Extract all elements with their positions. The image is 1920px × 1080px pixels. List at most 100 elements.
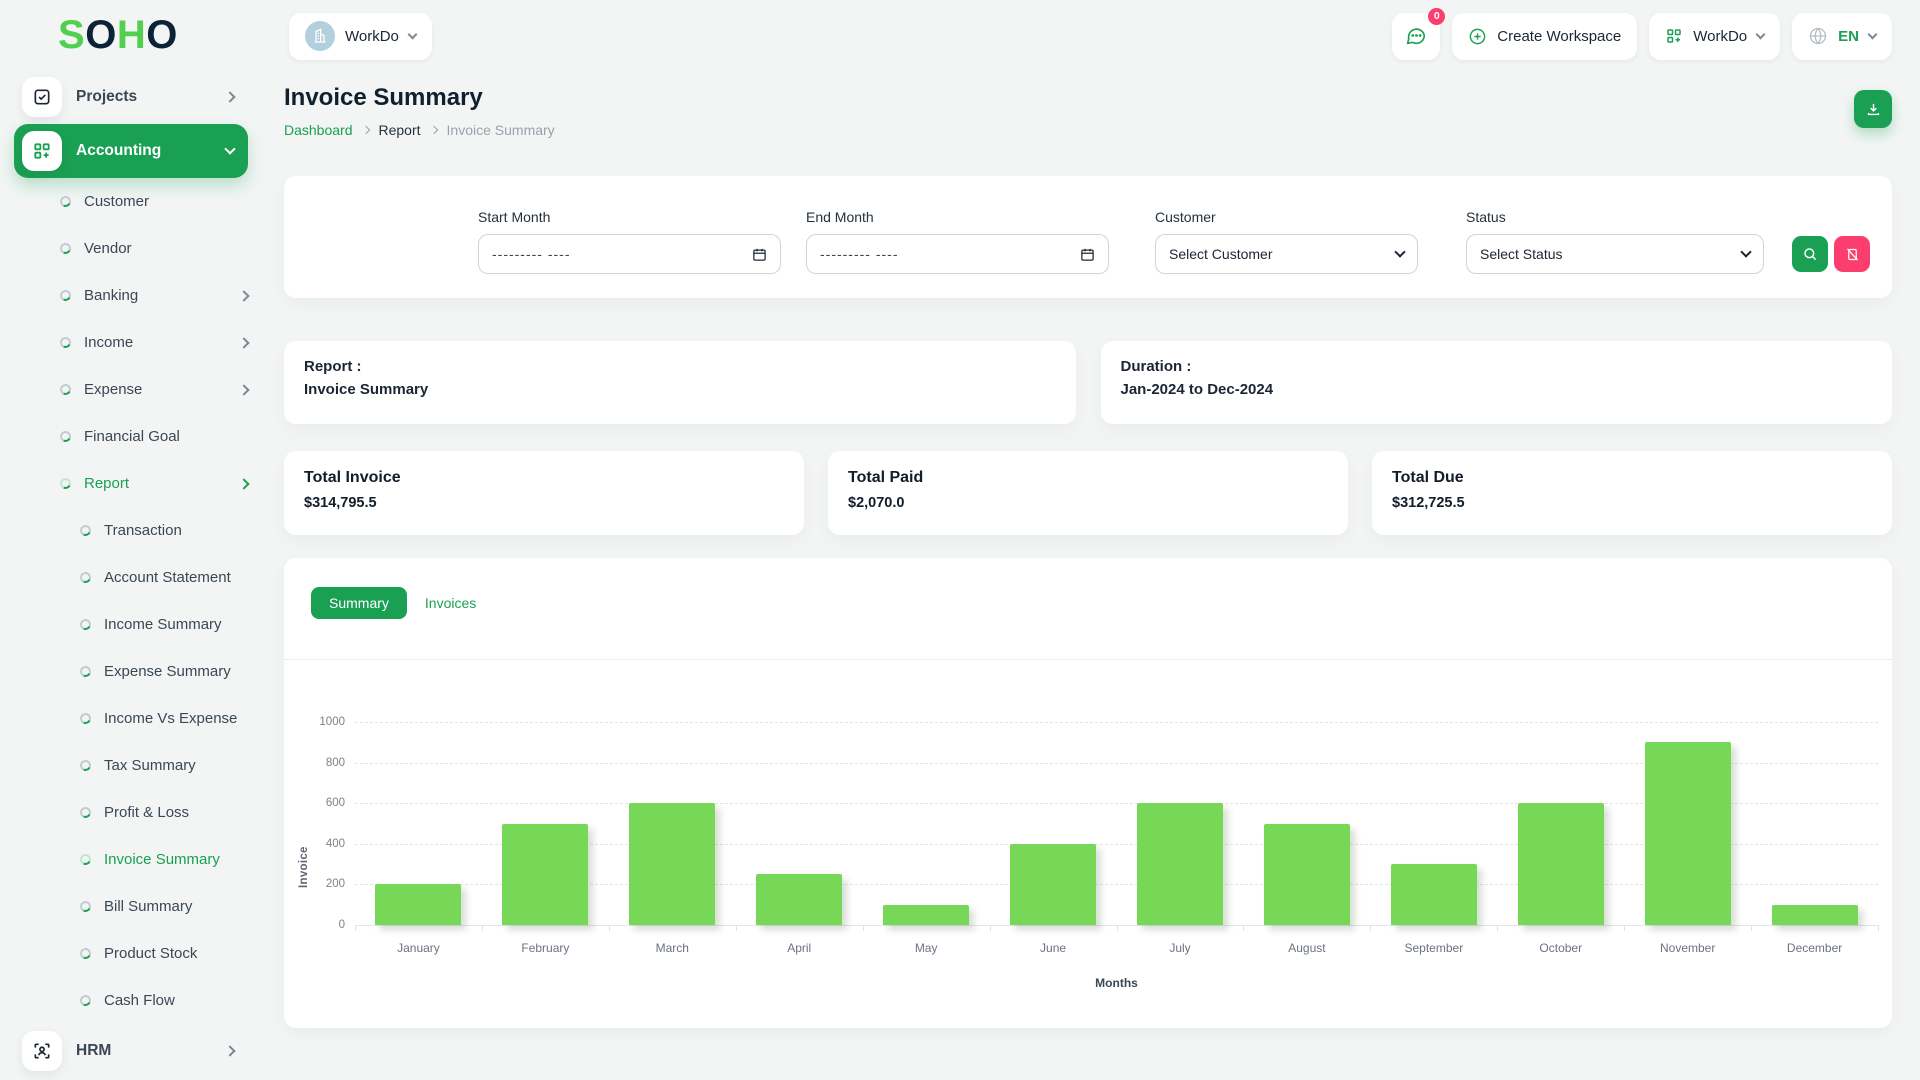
sidebar-item-hrm[interactable]: HRM <box>14 1024 248 1078</box>
customer-select[interactable]: Select Customer <box>1155 234 1418 274</box>
x-axis-tick <box>989 925 991 931</box>
bar-april <box>756 874 843 925</box>
create-workspace-button[interactable]: Create Workspace <box>1452 12 1638 60</box>
sidebar-item-label: Tax Summary <box>104 757 196 774</box>
bullet-icon <box>78 852 93 867</box>
x-tick-label-august: August <box>1288 941 1326 955</box>
sidebar-item-projects[interactable]: Projects <box>14 70 248 124</box>
bar-september <box>1390 864 1477 925</box>
bar-column-october <box>1497 803 1624 925</box>
topbar-actions: 0 Create Workspace WorkDo EN <box>1392 7 1892 60</box>
duration-value: Jan-2024 to Dec-2024 <box>1120 381 1274 398</box>
bar-column-december <box>1751 904 1878 925</box>
workspace-selector[interactable]: WorkDo <box>289 12 432 60</box>
breadcrumb-dashboard[interactable]: Dashboard <box>284 122 353 138</box>
x-axis-tick <box>1370 925 1372 931</box>
end-month-input[interactable]: --------- ---- <box>806 234 1109 274</box>
calendar-icon <box>753 248 766 261</box>
sidebar-item-vendor[interactable]: Vendor <box>14 225 248 272</box>
sidebar-item-income-vs-expense[interactable]: Income Vs Expense <box>14 695 248 742</box>
chevron-down-icon <box>1394 246 1406 258</box>
logo-letter: O <box>146 13 178 57</box>
y-tick-label: 600 <box>325 797 345 810</box>
logo-letter: S <box>58 13 86 57</box>
bullet-icon <box>78 711 93 726</box>
x-tick-label-september: September <box>1404 941 1464 955</box>
sidebar-item-account-statement[interactable]: Account Statement <box>14 554 248 601</box>
plus-circle-icon <box>1469 28 1486 44</box>
status-group: Status Select Status <box>1466 209 1764 274</box>
sidebar-item-invoice-summary[interactable]: Invoice Summary <box>14 836 248 883</box>
report-label: Report : <box>304 358 362 375</box>
sidebar-item-customer[interactable]: Customer <box>14 178 248 225</box>
workspace-name: WorkDo <box>345 27 399 45</box>
bullet-icon <box>78 946 93 961</box>
export-download-button[interactable] <box>1854 90 1892 128</box>
sidebar-item-accounting[interactable]: Accounting <box>14 124 248 178</box>
x-tick-label-october: October <box>1539 941 1583 955</box>
sidebar-item-label: Accounting <box>76 142 162 159</box>
sidebar-item-report[interactable]: Report <box>14 460 250 507</box>
duration-label: Duration : <box>1120 358 1192 375</box>
breadcrumb-report[interactable]: Report <box>379 122 421 138</box>
sidebar-item-tax-summary[interactable]: Tax Summary <box>14 742 248 789</box>
bullet-icon <box>78 617 93 632</box>
sidebar-item-income[interactable]: Income <box>14 319 250 366</box>
sidebar-item-banking[interactable]: Banking <box>14 272 250 319</box>
x-axis-tick <box>735 925 737 931</box>
sidebar-item-label: Customer <box>84 193 150 210</box>
chat-badge: 0 <box>1428 7 1446 25</box>
status-select[interactable]: Select Status <box>1466 234 1764 274</box>
chevron-right-icon <box>238 289 250 302</box>
chart-card: Summary Invoices Invoice 1000 800 600 400 200… <box>284 558 1892 1028</box>
sidebar-item-financial-goal[interactable]: Financial Goal <box>14 413 248 460</box>
sidebar-item-label: Income <box>84 334 134 351</box>
language-code: EN <box>1838 27 1859 45</box>
bar-column-february <box>482 823 609 925</box>
sidebar-item-product-stock[interactable]: Product Stock <box>14 930 248 977</box>
accounting-icon <box>22 131 62 171</box>
tab-invoices[interactable]: Invoices <box>421 587 480 619</box>
breadcrumb-invoice-summary: Invoice Summary <box>446 122 555 138</box>
x-axis-tick <box>1878 925 1879 931</box>
x-tick-label-december: December <box>1786 941 1843 955</box>
app-root: SOHO Projects Accounting Customer Vendor Ban… <box>0 0 1920 1080</box>
reset-filter-button[interactable] <box>1834 236 1870 272</box>
bar-may <box>883 904 970 925</box>
start-month-input[interactable]: --------- ---- <box>478 234 781 274</box>
language-selector[interactable]: EN <box>1792 12 1892 60</box>
chevron-right-icon <box>238 383 250 396</box>
filter-form: Start Month --------- ---- End Month ---… <box>478 176 1892 274</box>
bar-column-april <box>736 874 863 925</box>
x-axis-tick <box>1243 925 1245 931</box>
apply-filter-button[interactable] <box>1792 236 1828 272</box>
sidebar-item-income-summary[interactable]: Income Summary <box>14 601 248 648</box>
sidebar-item-cash-flow[interactable]: Cash Flow <box>14 977 248 1024</box>
sidebar-item-transaction[interactable]: Transaction <box>14 507 248 554</box>
sidebar-item-profit-loss[interactable]: Profit & Loss <box>14 789 248 836</box>
sidebar-item-label: Vendor <box>84 240 132 257</box>
filter-card: Start Month --------- ---- End Month ---… <box>284 176 1892 298</box>
grid-plus-icon <box>1667 29 1681 43</box>
bar-august <box>1263 823 1350 925</box>
sidebar-item-expense[interactable]: Expense <box>14 366 250 413</box>
customer-group: Customer Select Customer <box>1155 209 1418 274</box>
bar-column-august <box>1243 823 1370 925</box>
sidebar-item-bill-summary[interactable]: Bill Summary <box>14 883 248 930</box>
chevron-down-icon <box>1867 29 1878 39</box>
x-axis-title: Months <box>1095 976 1138 990</box>
status-label: Status <box>1466 209 1506 225</box>
tab-summary[interactable]: Summary <box>311 587 407 619</box>
workdo-apps-button[interactable]: WorkDo <box>1649 12 1781 60</box>
y-tick-label: 800 <box>325 756 345 769</box>
chevron-right-icon <box>224 1045 236 1057</box>
status-selected-value: Select Status <box>1480 246 1563 262</box>
sidebar-item-expense-summary[interactable]: Expense Summary <box>14 648 248 695</box>
messages-button[interactable]: 0 <box>1392 7 1446 60</box>
workspace-avatar <box>305 21 335 51</box>
sidebar-item-label: Income Vs Expense <box>104 710 238 727</box>
bullet-icon <box>78 758 93 773</box>
sidebar-item-label: Expense Summary <box>104 663 231 680</box>
bullet-icon <box>58 194 73 209</box>
x-tick-label-may: May <box>914 941 938 955</box>
